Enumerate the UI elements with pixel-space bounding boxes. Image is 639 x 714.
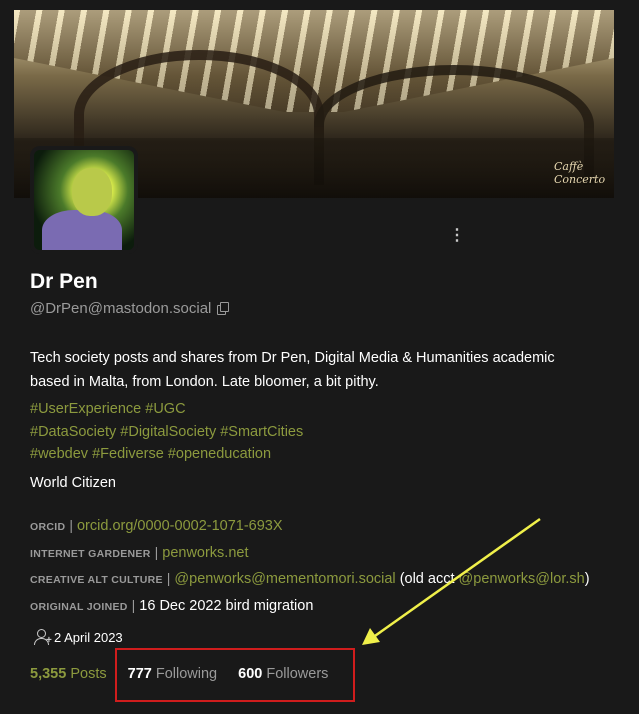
hashtag-line: #DataSociety #DigitalSociety #SmartCitie…	[30, 421, 303, 444]
field-separator: |	[69, 517, 73, 533]
website-link[interactable]: penworks.net	[162, 545, 248, 561]
posts-number: 5,355	[30, 666, 67, 682]
person-add-icon: +	[34, 629, 52, 646]
joined-date: + 2 April 2023	[34, 629, 123, 646]
hashtag-link[interactable]: #webdev	[30, 446, 88, 462]
hashtag-link[interactable]: #openeducation	[168, 446, 271, 462]
account-handle: @DrPen@mastodon.social	[30, 300, 230, 317]
hashtag-link[interactable]: #UGC	[145, 401, 185, 417]
field-key: INTERNET GARDENER	[30, 547, 151, 560]
banner-sign: Caffè Concerto	[554, 160, 606, 186]
field-separator: |	[131, 596, 136, 613]
field-original-joined: ORIGINAL JOINED | 16 Dec 2022 bird migrati…	[30, 594, 630, 621]
bio-text: Tech society posts and shares from Dr Pe…	[30, 350, 555, 390]
posts-count[interactable]: 5,355 Posts	[30, 666, 107, 682]
hashtag-line: #webdev #Fediverse #openeducation	[30, 443, 303, 466]
field-internet-gardener: INTERNET GARDENER | penworks.net	[30, 541, 630, 568]
hashtag-link[interactable]: #DataSociety	[30, 424, 116, 440]
avatar-face	[72, 168, 112, 216]
field-text: (old acct	[399, 571, 459, 587]
more-vertical-icon[interactable]: ⋮	[449, 226, 465, 246]
hashtag-link[interactable]: #DigitalSociety	[120, 424, 216, 440]
annotation-highlight-box	[115, 648, 355, 702]
field-key: CREATIVE ALT CULTURE	[30, 574, 163, 586]
hashtag-link[interactable]: #SmartCities	[220, 424, 303, 440]
handle-text: @DrPen@mastodon.social	[30, 300, 212, 317]
copy-icon[interactable]	[217, 302, 230, 315]
joined-date-text: 2 April 2023	[54, 630, 123, 645]
avatar-shirt	[42, 210, 122, 250]
orcid-link[interactable]: orcid.org/0000-0002-1071-693X	[77, 518, 283, 534]
old-account-link[interactable]: @penworks@lor.sh	[459, 571, 585, 587]
bio-tagline: World Citizen	[30, 475, 116, 491]
posts-label: Posts	[70, 666, 107, 682]
hashtag-link[interactable]: #UserExperience	[30, 401, 141, 417]
field-creative-alt-culture: CREATIVE ALT CULTURE | @penworks@mementomo…	[30, 567, 630, 594]
field-orcid: ORCID | orcid.org/0000-0002-1071-693X	[30, 514, 630, 541]
hashtag-list: #UserExperience #UGC #DataSociety #Digit…	[30, 398, 303, 466]
field-separator: |	[166, 570, 171, 586]
alt-account-link[interactable]: @penworks@mementomori.social	[174, 571, 395, 587]
field-key: ORIGINAL JOINED	[30, 600, 128, 613]
avatar[interactable]	[30, 146, 138, 254]
display-name: Dr Pen	[30, 270, 98, 293]
hashtag-line: #UserExperience #UGC	[30, 398, 303, 421]
field-key: ORCID	[30, 521, 66, 533]
field-separator: |	[154, 543, 159, 560]
profile-fields: ORCID | orcid.org/0000-0002-1071-693X INTE…	[30, 514, 630, 620]
field-value: 16 Dec 2022 bird migration	[139, 597, 314, 614]
field-text: )	[584, 571, 590, 587]
hashtag-link[interactable]: #Fediverse	[92, 446, 164, 462]
